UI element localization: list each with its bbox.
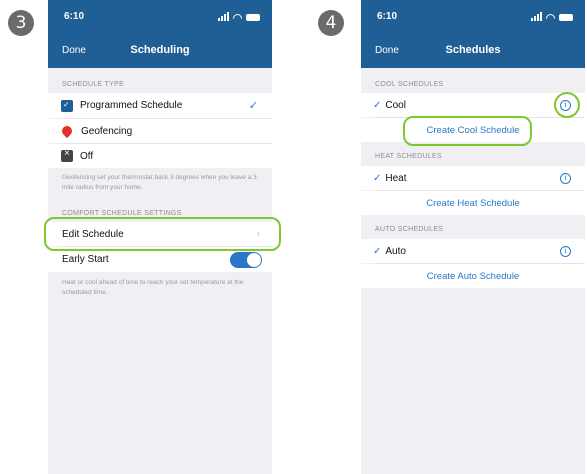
option-programmed-schedule[interactable]: Programmed Schedule ✓ (48, 93, 272, 118)
status-bar: 6:10 (361, 0, 585, 36)
status-time: 6:10 (64, 11, 85, 22)
schedule-label: Heat (385, 172, 407, 184)
step-3-badge: 3 (8, 10, 34, 36)
option-geofencing[interactable]: Geofencing (48, 119, 272, 143)
signal-icon (218, 12, 229, 21)
status-bar: 6:10 (48, 0, 272, 36)
toggle-knob (247, 252, 261, 267)
info-icon[interactable]: i (560, 172, 571, 184)
page-title: Scheduling (130, 44, 190, 56)
checkmark-icon: ✓ (248, 100, 258, 112)
early-start-note: Heat or cool ahead of time to reach your… (62, 279, 244, 296)
checkmark-icon: ✓ (373, 245, 382, 257)
cool-schedules-label: COOL SCHEDULES (375, 81, 444, 88)
signal-icon (531, 12, 542, 21)
wifi-icon (546, 14, 555, 21)
early-start-label: Early Start (62, 254, 109, 265)
checkmark-icon: ✓ (373, 99, 382, 111)
option-label: Off (80, 150, 94, 162)
step-4-badge: 4 (318, 10, 344, 36)
battery-icon (559, 14, 573, 21)
create-heat-schedule-button[interactable]: Create Heat Schedule (361, 191, 585, 215)
create-label: Create Auto Schedule (426, 270, 520, 282)
cool-schedule-row[interactable]: ✓ Cool i (361, 93, 585, 117)
schedules-screen: 6:10 Done Schedules COOL SCHEDULES ✓ Coo… (361, 0, 585, 474)
status-icons (218, 12, 260, 21)
location-pin-icon (59, 123, 75, 139)
schedule-label: Auto (385, 245, 406, 257)
create-cool-schedule-highlight (403, 116, 532, 146)
calendar-icon (61, 99, 73, 112)
create-auto-schedule-button[interactable]: Create Auto Schedule (361, 264, 585, 288)
off-icon (61, 148, 73, 162)
geofencing-note: Geofencing set your thermostat back 3 de… (62, 174, 257, 191)
create-label: Create Heat Schedule (426, 197, 520, 209)
wifi-icon (233, 14, 242, 21)
comfort-schedule-label: COMFORT SCHEDULE SETTINGS (62, 210, 182, 217)
checkmark-icon: ✓ (373, 172, 382, 184)
page-title: Schedules (445, 44, 501, 56)
heat-schedules-label: HEAT SCHEDULES (375, 153, 442, 160)
nav-bar: Done Scheduling (48, 36, 272, 68)
info-icon-highlight (554, 92, 580, 118)
heat-schedule-row[interactable]: ✓ Heat i (361, 166, 585, 190)
auto-schedules-label: AUTO SCHEDULES (375, 226, 444, 233)
info-icon[interactable]: i (560, 245, 571, 257)
option-label: Geofencing (81, 125, 133, 137)
status-icons (531, 12, 573, 21)
schedule-type-label: SCHEDULE TYPE (62, 81, 125, 88)
schedule-label: Cool (385, 99, 406, 111)
nav-bar: Done Schedules (361, 36, 585, 68)
status-time: 6:10 (377, 11, 398, 22)
option-off[interactable]: Off (48, 144, 272, 168)
early-start-toggle[interactable] (230, 251, 262, 268)
option-label: Programmed Schedule (80, 100, 183, 111)
battery-icon (246, 14, 260, 21)
auto-schedule-row[interactable]: ✓ Auto i (361, 239, 585, 263)
edit-schedule-highlight (44, 217, 281, 251)
